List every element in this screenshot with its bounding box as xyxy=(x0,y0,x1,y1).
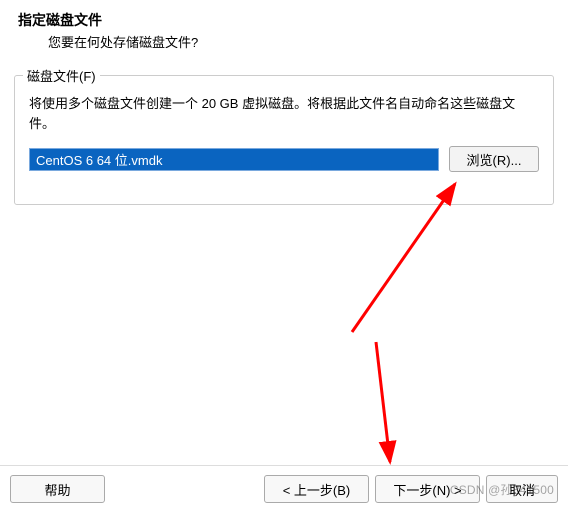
browse-button[interactable]: 浏览(R)... xyxy=(449,146,539,172)
annotation-arrow-icon xyxy=(356,336,416,476)
next-button[interactable]: 下一步(N) > xyxy=(375,475,480,503)
fieldset-description: 将使用多个磁盘文件创建一个 20 GB 虚拟磁盘。将根据此文件名自动命名这些磁盘… xyxy=(29,94,539,134)
disk-file-fieldset: 磁盘文件(F) 将使用多个磁盘文件创建一个 20 GB 虚拟磁盘。将根据此文件名… xyxy=(14,75,554,205)
page-title: 指定磁盘文件 xyxy=(18,10,568,30)
file-input-row: 浏览(R)... xyxy=(29,146,539,172)
disk-file-input[interactable] xyxy=(29,148,439,171)
page-subtitle: 您要在何处存储磁盘文件? xyxy=(48,32,568,51)
footer: 帮助 < 上一步(B) 下一步(N) > 取消 xyxy=(0,466,568,512)
cancel-button[interactable]: 取消 xyxy=(486,475,558,503)
back-button[interactable]: < 上一步(B) xyxy=(264,475,369,503)
header: 指定磁盘文件 您要在何处存储磁盘文件? xyxy=(0,0,568,51)
help-button[interactable]: 帮助 xyxy=(10,475,105,503)
fieldset-legend: 磁盘文件(F) xyxy=(23,66,100,85)
